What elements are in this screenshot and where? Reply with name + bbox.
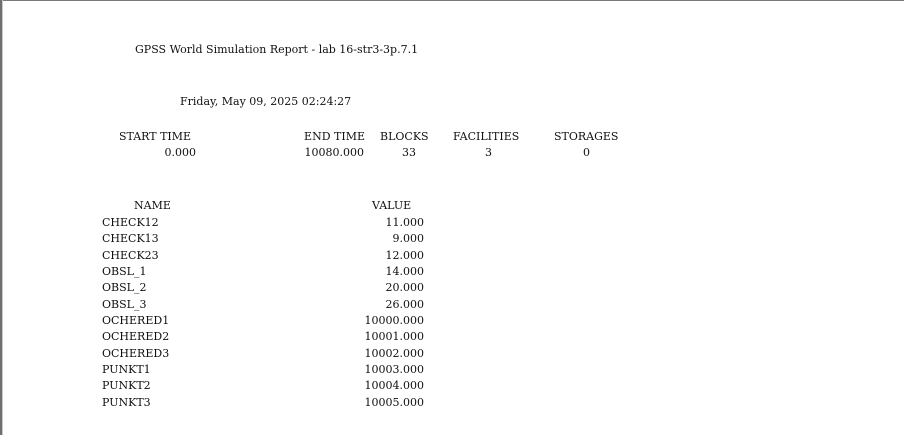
row-name: OBSL_3 <box>102 298 147 311</box>
row-name: PUNKT1 <box>102 363 151 376</box>
names-header-value: VALUE <box>372 199 412 212</box>
names-header-name: NAME <box>134 199 171 212</box>
row-name: OBSL_1 <box>102 265 147 278</box>
summary-value-start-time: 0.000 <box>164 146 197 159</box>
row-value: 10001.000 <box>364 330 425 343</box>
row-value: 10000.000 <box>364 314 425 327</box>
row-value: 26.000 <box>385 298 425 311</box>
row-name: OCHERED2 <box>102 330 170 343</box>
row-name: OBSL_2 <box>102 281 147 294</box>
summary-header-blocks: BLOCKS <box>380 130 429 143</box>
row-value: 10003.000 <box>364 363 425 376</box>
report-window: GPSS World Simulation Report - lab 16-st… <box>0 0 904 435</box>
summary-value-storages: 0 <box>583 146 590 159</box>
row-name: CHECK23 <box>102 249 159 262</box>
report-document: GPSS World Simulation Report - lab 16-st… <box>0 0 904 435</box>
summary-header-end-time: END TIME <box>304 130 365 143</box>
row-name: CHECK12 <box>102 216 159 229</box>
summary-value-blocks: 33 <box>402 146 416 159</box>
row-value: 10004.000 <box>364 379 425 392</box>
summary-value-end-time: 10080.000 <box>304 146 365 159</box>
row-name: PUNKT3 <box>102 396 151 409</box>
summary-value-facilities: 3 <box>485 146 492 159</box>
row-value: 11.000 <box>385 216 425 229</box>
report-datetime: Friday, May 09, 2025 02:24:27 <box>180 95 352 108</box>
row-value: 10005.000 <box>364 396 425 409</box>
summary-header-facilities: FACILITIES <box>453 130 520 143</box>
row-value: 14.000 <box>385 265 425 278</box>
row-name: OCHERED1 <box>102 314 170 327</box>
summary-header-start-time: START TIME <box>118 130 192 143</box>
summary-header-storages: STORAGES <box>554 130 619 143</box>
row-value: 9.000 <box>392 232 425 245</box>
row-name: OCHERED3 <box>102 347 170 360</box>
row-name: CHECK13 <box>102 232 159 245</box>
row-value: 20.000 <box>385 281 425 294</box>
report-title: GPSS World Simulation Report - lab 16-st… <box>135 43 419 56</box>
row-value: 10002.000 <box>364 347 425 360</box>
row-value: 12.000 <box>385 249 425 262</box>
row-name: PUNKT2 <box>102 379 151 392</box>
